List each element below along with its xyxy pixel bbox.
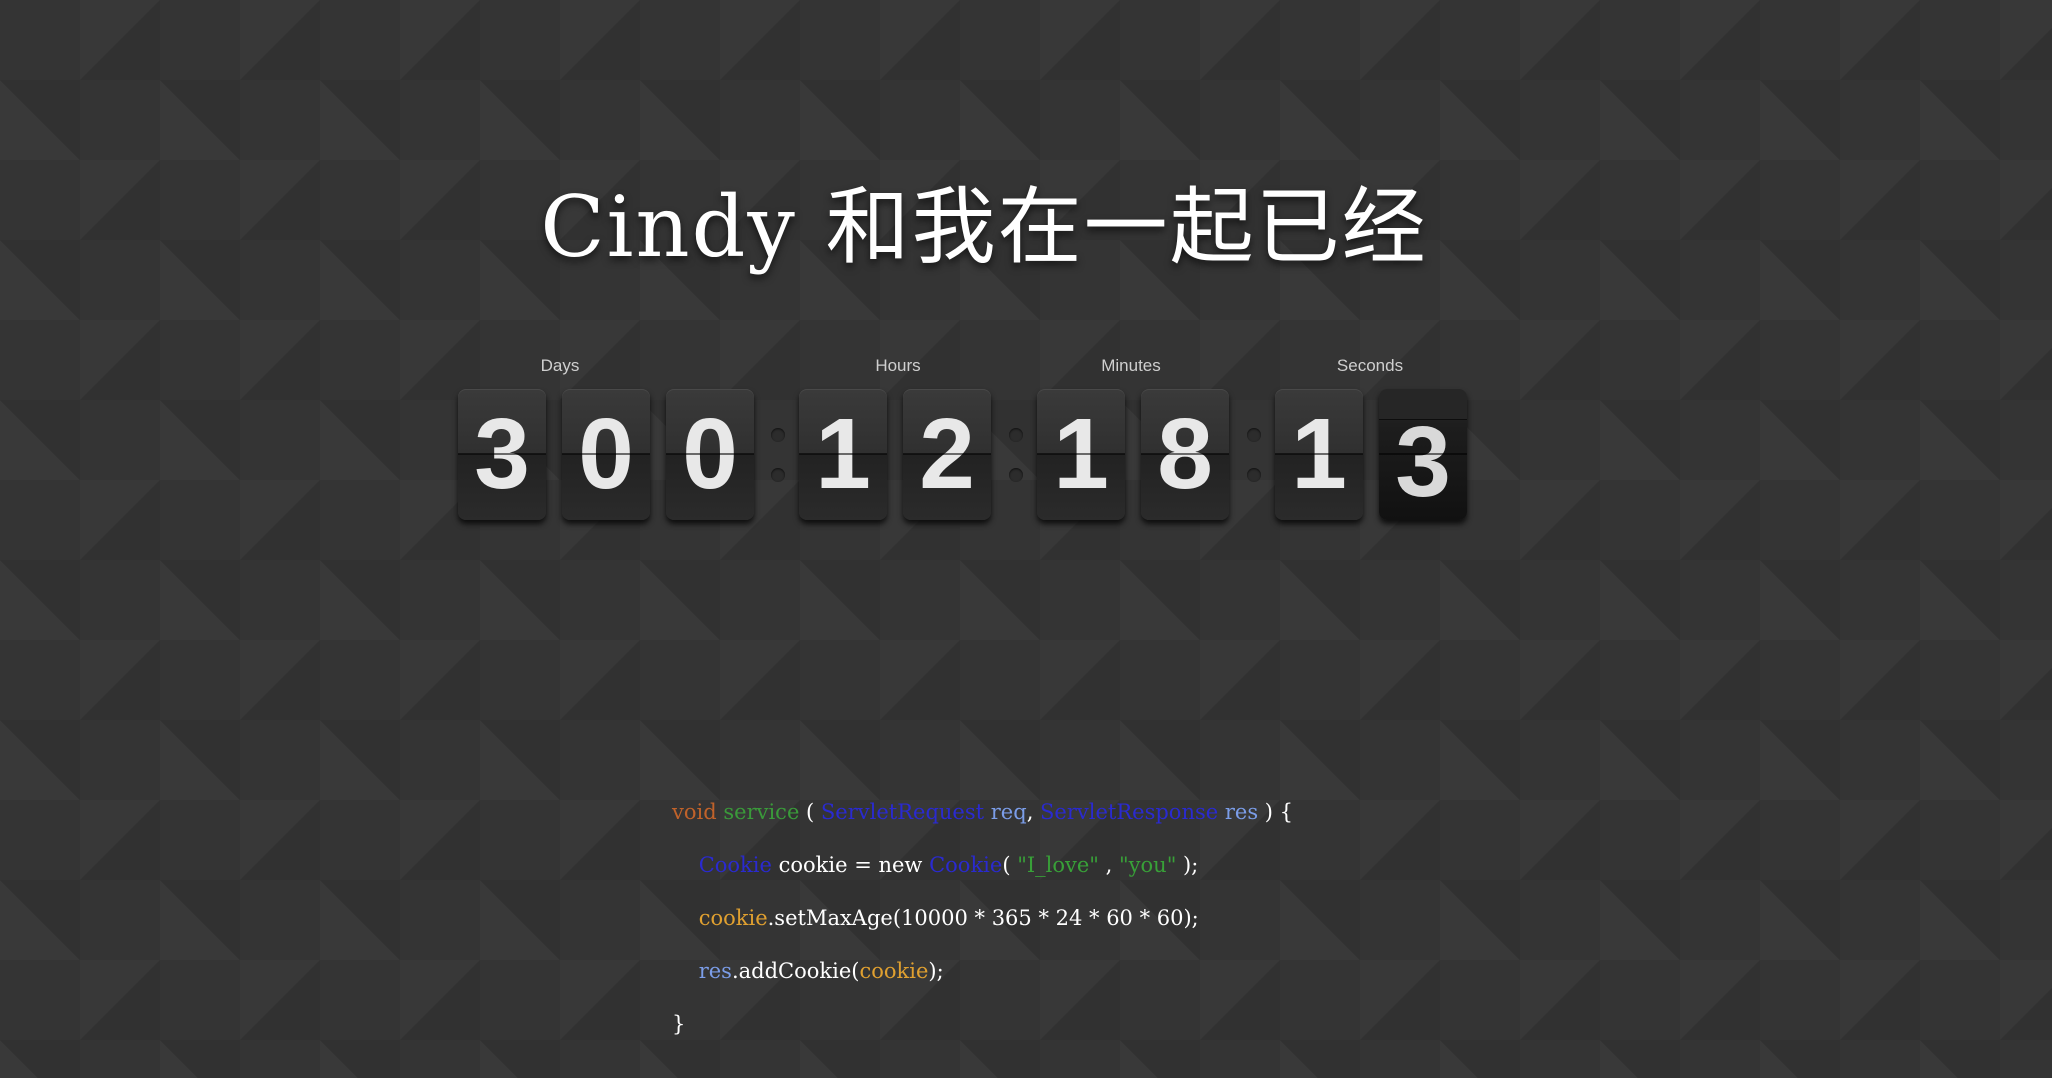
hours-label: Hours — [875, 356, 921, 375]
code-line-4: res.addCookie(cookie); — [672, 945, 1293, 998]
code-type: ServletRequest — [820, 800, 985, 824]
code-line-5: } — [672, 1012, 686, 1036]
code-type: Cookie — [698, 853, 772, 877]
code-keyword: void — [672, 800, 717, 824]
separator-dots — [1009, 420, 1023, 490]
seconds-digit-1: 1 — [1275, 389, 1363, 520]
code-line-2: Cookie cookie = new Cookie( "I_love" , "… — [672, 839, 1293, 892]
code-text: .addCookie( — [731, 959, 860, 983]
seconds-digit-2: 3 — [1395, 406, 1451, 518]
days-digit-1: 3 — [458, 389, 546, 520]
minutes-digit-2: 8 — [1141, 389, 1229, 520]
code-string: "you" — [1119, 853, 1177, 877]
hours-digit-1: 1 — [799, 389, 887, 520]
code-type: Cookie — [929, 853, 1003, 877]
code-text: cookie = new — [771, 853, 930, 877]
code-punct: ( — [799, 800, 821, 824]
code-punct: , — [1098, 853, 1119, 877]
code-object: cookie — [698, 906, 768, 930]
code-punct: ) { — [1258, 800, 1294, 824]
code-snippet: void service ( ServletRequest req, Servl… — [672, 786, 1293, 1051]
minutes-label: Minutes — [1101, 356, 1161, 375]
hours-digit-2: 2 — [903, 389, 991, 520]
code-text: .setMaxAge(10000 * 365 * 24 * 60 * 60); — [767, 906, 1199, 930]
code-param: req — [990, 800, 1027, 824]
minutes-digit-1: 1 — [1037, 389, 1125, 520]
seconds-label: Seconds — [1336, 356, 1404, 375]
days-digit-3: 0 — [666, 389, 754, 520]
code-type: ServletResponse — [1040, 800, 1219, 824]
code-method-name: service — [723, 800, 800, 824]
code-line-3: cookie.setMaxAge(10000 * 365 * 24 * 60 *… — [672, 892, 1293, 945]
code-punct: , — [1026, 800, 1041, 824]
separator-dots — [1247, 420, 1261, 490]
code-line-1: void service ( ServletRequest req, Servl… — [672, 786, 1293, 839]
days-digit-2: 0 — [562, 389, 650, 520]
code-punct: ( — [1002, 853, 1018, 877]
seconds-digit-2-flipping: 3 — [1379, 389, 1467, 520]
days-label: Days — [540, 356, 580, 375]
code-param: res — [1224, 800, 1259, 824]
code-punct: ); — [928, 959, 944, 983]
code-punct: ); — [1176, 853, 1199, 877]
code-object: res — [698, 959, 732, 983]
separator-dots — [771, 420, 785, 490]
page-title: Cindy 和我在一起已经 — [540, 178, 1428, 276]
code-string: "I_love" — [1017, 853, 1099, 877]
code-arg: cookie — [859, 959, 929, 983]
